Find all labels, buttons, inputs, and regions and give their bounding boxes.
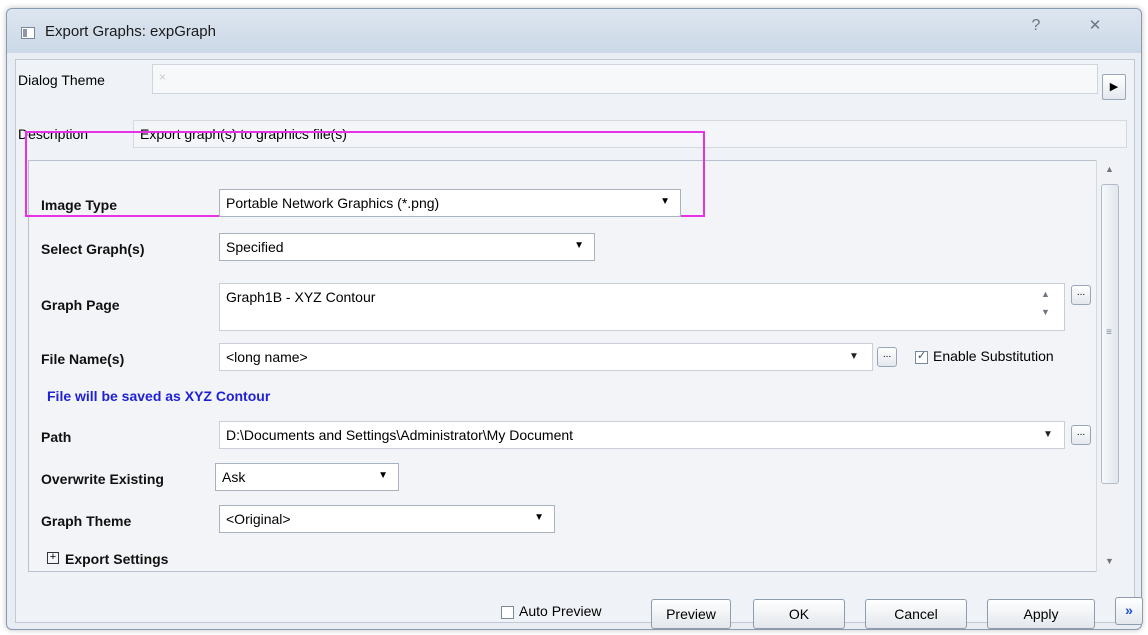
dialog-theme-label: Dialog Theme [18, 72, 105, 88]
graph-page-field[interactable]: Graph1B - XYZ Contour [219, 283, 1065, 331]
scroll-up-icon[interactable]: ▲ [1105, 164, 1114, 174]
plus-icon[interactable]: + [47, 552, 59, 564]
dialog-theme-clear-icon[interactable]: × [159, 70, 166, 84]
more-options-button[interactable]: » [1115, 597, 1143, 625]
image-type-select[interactable]: Portable Network Graphics (*.png) ▼ [219, 189, 681, 217]
file-names-browse-button[interactable]: ... [877, 347, 897, 367]
path-label: Path [41, 429, 72, 445]
overwrite-existing-label: Overwrite Existing [41, 471, 164, 487]
graph-theme-label: Graph Theme [41, 513, 132, 529]
theme-menu-button[interactable]: ▶ [1102, 74, 1126, 100]
apply-button[interactable]: Apply [987, 599, 1095, 629]
window-title: Export Graphs: expGraph [45, 23, 216, 40]
graph-page-value: Graph1B - XYZ Contour [226, 289, 376, 305]
export-graphs-dialog: Export Graphs: expGraph ? ✕ Dialog Theme… [6, 8, 1143, 630]
preview-button[interactable]: Preview [651, 599, 731, 629]
path-input[interactable]: D:\Documents and Settings\Administrator\… [219, 421, 1065, 449]
grip-icon: ≡ [1106, 327, 1112, 338]
chevron-down-icon: ▼ [534, 512, 544, 523]
chevron-down-icon: ▼ [574, 240, 584, 251]
enable-substitution-label: Enable Substitution [933, 348, 1054, 364]
chevron-down-icon: ▼ [660, 196, 670, 207]
dialog-theme-field[interactable]: × [152, 64, 1098, 94]
path-value: D:\Documents and Settings\Administrator\… [226, 427, 574, 443]
help-button[interactable]: ? [1021, 15, 1051, 39]
file-names-value: <long name> [226, 349, 308, 365]
scroll-down-icon[interactable]: ▼ [1105, 556, 1114, 566]
select-graphs-label: Select Graph(s) [41, 241, 145, 257]
spin-up-icon[interactable]: ▲ [1041, 289, 1050, 299]
select-graphs-value: Specified [226, 239, 284, 255]
graph-theme-value: <Original> [226, 511, 291, 527]
select-graphs-select[interactable]: Specified ▼ [219, 233, 595, 261]
export-settings-label[interactable]: Export Settings [65, 551, 168, 567]
overwrite-existing-select[interactable]: Ask ▼ [215, 463, 399, 491]
ok-button[interactable]: OK [753, 599, 845, 629]
auto-preview-checkbox[interactable] [501, 606, 514, 619]
settings-scrollbar[interactable]: ▲ ≡ ▼ [1096, 160, 1122, 572]
graph-theme-select[interactable]: <Original> ▼ [219, 505, 555, 533]
path-browse-button[interactable]: ... [1071, 425, 1091, 445]
auto-preview-label: Auto Preview [519, 603, 602, 619]
graph-page-browse-button[interactable]: ... [1071, 285, 1091, 305]
chevron-down-icon: ▼ [378, 470, 388, 481]
file-names-label: File Name(s) [41, 351, 125, 367]
window-icon [21, 27, 35, 39]
enable-substitution-checkbox[interactable] [915, 349, 928, 364]
scroll-thumb[interactable]: ≡ [1101, 184, 1119, 484]
image-type-value: Portable Network Graphics (*.png) [226, 195, 440, 211]
chevron-down-icon[interactable]: ▼ [849, 351, 859, 362]
spin-down-icon[interactable]: ▼ [1041, 307, 1050, 317]
title-bar[interactable]: Export Graphs: expGraph ? ✕ [7, 9, 1141, 53]
overwrite-existing-value: Ask [222, 469, 246, 485]
image-type-label: Image Type [41, 197, 117, 213]
chevron-down-icon[interactable]: ▼ [1043, 429, 1053, 440]
cancel-button[interactable]: Cancel [865, 599, 967, 629]
dialog-theme-row: Dialog Theme × [18, 64, 1132, 98]
close-button[interactable]: ✕ [1075, 15, 1115, 39]
save-notice: File will be saved as XYZ Contour [47, 388, 271, 404]
file-names-input[interactable]: <long name> [219, 343, 873, 371]
graph-page-label: Graph Page [41, 297, 120, 313]
